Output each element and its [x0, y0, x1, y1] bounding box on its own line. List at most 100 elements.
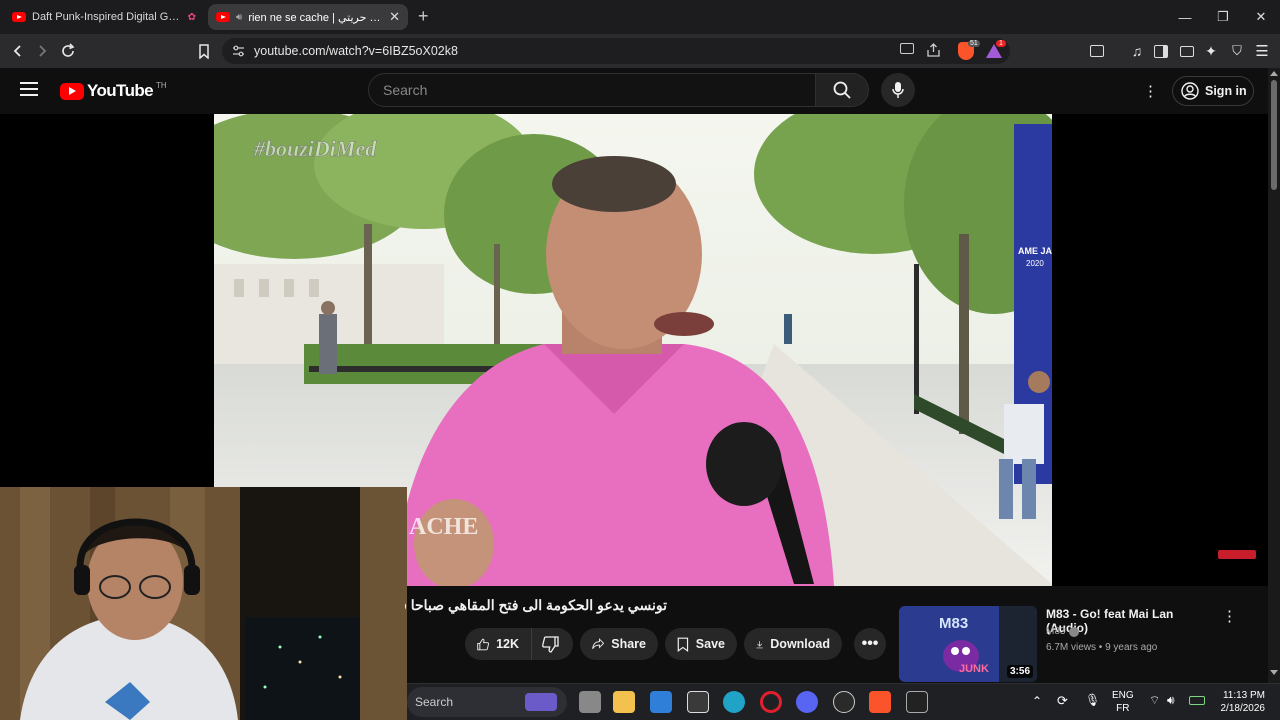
maximize-button[interactable]: ❐: [1204, 0, 1242, 34]
guide-button[interactable]: [20, 82, 38, 96]
hamburger-icon: [20, 82, 38, 96]
file-explorer-icon[interactable]: [613, 691, 635, 713]
back-button[interactable]: [6, 39, 30, 63]
wallet-icon: [1180, 45, 1194, 57]
steam-icon[interactable]: [833, 691, 855, 713]
youtube-logo[interactable]: YouTube TH: [60, 81, 167, 101]
overlay-caption: ACHE: [409, 514, 478, 540]
like-button[interactable]: 12K: [465, 628, 531, 660]
taskbar-search[interactable]: Search: [407, 687, 567, 717]
tab-rien-ne-se-cache[interactable]: 🔊︎ rien ne se cache | وهذه حريتي ✕: [208, 4, 408, 30]
subscribe-mini-badge[interactable]: [1218, 550, 1256, 559]
lang-primary: ENG: [1112, 690, 1134, 701]
scroll-up-arrow-icon[interactable]: [1270, 71, 1278, 76]
discord-icon[interactable]: [796, 691, 818, 713]
opera-icon[interactable]: [760, 691, 782, 713]
download-icon: [756, 640, 763, 648]
windows-taskbar: Search ⌃ ⟳ 🎙︎ ENG FR ⌔ 🔊︎ 11:13 PM 2/18/…: [407, 683, 1280, 720]
webcam-scene: [0, 487, 407, 720]
video-title: تونسي يدعو الحكومة الى فتح المقاهي صباحا…: [405, 597, 667, 613]
forward-button[interactable]: [30, 39, 54, 63]
recommended-more-button[interactable]: ⋮: [1222, 607, 1237, 625]
recommended-channel[interactable]: M83: [1046, 626, 1080, 637]
youtube-favicon-icon: [12, 12, 26, 22]
search-highlight-icon: [525, 693, 557, 711]
download-button[interactable]: Download: [744, 628, 842, 660]
search-input[interactable]: [383, 82, 783, 98]
bookmark-button[interactable]: [192, 39, 216, 63]
settings-more-button[interactable]: ⋮: [1143, 82, 1158, 100]
cast-icon[interactable]: [900, 43, 914, 54]
thumb-title: M83: [939, 615, 968, 632]
poster-year: 2020: [1026, 259, 1044, 268]
youtube-play-icon: [60, 82, 84, 100]
leo-ai-button[interactable]: ✦: [1199, 39, 1223, 63]
music-button[interactable]: ♫: [1125, 39, 1149, 63]
page-scrollbar[interactable]: [1268, 68, 1280, 684]
mic-tray-icon[interactable]: 🎙︎: [1085, 693, 1100, 707]
wallet-button[interactable]: [1175, 39, 1199, 63]
tab-title: Daft Punk-Inspired Digital Galaxy: [32, 11, 182, 23]
microsoft-store-icon[interactable]: [650, 691, 672, 713]
vpn-shield-icon: ⛉: [1232, 43, 1242, 58]
input-language[interactable]: ENG FR: [1112, 689, 1134, 715]
hamburger-icon: ☰: [1255, 43, 1269, 60]
watermark-text: #bouziDiMed: [253, 136, 377, 161]
vpn-button[interactable]: ⛉: [1225, 39, 1249, 63]
browser-tab-bar: Daft Punk-Inspired Digital Galaxy ✿ 🔊︎ r…: [0, 0, 1280, 34]
browser-toolbar: youtube.com/watch?v=6IBZ5oX02k8 51 1 ♫ ✦…: [0, 34, 1280, 68]
shield-badge: 51: [968, 40, 980, 47]
battery-icon[interactable]: [1189, 696, 1205, 705]
recommended-video-thumbnail[interactable]: M83 JUNK 3:56: [899, 606, 1037, 682]
music-note-icon: ♫: [1131, 43, 1143, 59]
search-button[interactable]: [815, 73, 869, 107]
region-code: TH: [156, 80, 167, 90]
reload-icon: [62, 43, 75, 57]
sidebar-button[interactable]: [1149, 39, 1173, 63]
new-tab-button[interactable]: +: [418, 6, 429, 27]
video-duration: 3:56: [1006, 665, 1033, 678]
close-tab-icon[interactable]: ✕: [389, 9, 400, 25]
close-window-button[interactable]: ✕: [1242, 0, 1280, 34]
tray-overflow-icon[interactable]: ⌃: [1032, 694, 1042, 708]
address-bar[interactable]: youtube.com/watch?v=6IBZ5oX02k8 51 1: [222, 38, 1010, 64]
youtube-favicon-icon: [216, 12, 230, 22]
volume-icon[interactable]: 🔊︎: [1167, 693, 1175, 708]
thumbs-up-icon: [477, 638, 490, 650]
share-button[interactable]: Share: [580, 628, 658, 660]
voice-search-button[interactable]: [881, 73, 915, 107]
minimize-button[interactable]: —: [1166, 0, 1204, 34]
epic-games-icon[interactable]: [906, 691, 928, 713]
microphone-icon: [892, 82, 904, 98]
scrollbar-thumb[interactable]: [1271, 80, 1277, 190]
youtube-header: YouTube TH ⋮ Sign in: [0, 68, 1268, 114]
bookmark-icon: [677, 637, 689, 652]
task-view-icon[interactable]: [579, 691, 601, 713]
channel-name: M83: [1046, 626, 1066, 637]
menu-button[interactable]: ☰: [1250, 39, 1274, 63]
tab-extra-icon: ✿: [187, 11, 196, 23]
dislike-button[interactable]: [531, 628, 573, 660]
edge-icon[interactable]: [723, 691, 745, 713]
sign-in-button[interactable]: Sign in: [1172, 76, 1254, 106]
sync-icon[interactable]: ⟳: [1057, 693, 1068, 709]
wifi-icon[interactable]: ⌔: [1149, 693, 1160, 708]
brave-icon[interactable]: [869, 691, 891, 713]
url-text: youtube.com/watch?v=6IBZ5oX02k8: [254, 44, 458, 58]
more-actions-button[interactable]: •••: [854, 628, 886, 660]
save-button[interactable]: Save: [665, 628, 737, 660]
search-box[interactable]: [368, 73, 816, 107]
webcam-overlay: [0, 487, 407, 720]
unity-icon[interactable]: [687, 691, 709, 713]
bookmark-icon: [199, 43, 209, 59]
lang-secondary: FR: [1116, 703, 1130, 714]
youtube-logo-text: YouTube: [87, 81, 154, 100]
share-page-icon: [927, 43, 940, 57]
screenshot-button[interactable]: [1085, 39, 1109, 63]
reload-button[interactable]: [56, 39, 80, 63]
system-clock[interactable]: 11:13 PM 2/18/2026: [1217, 689, 1266, 715]
scroll-down-arrow-icon[interactable]: [1270, 670, 1278, 675]
sparkle-icon: ✦: [1205, 42, 1217, 59]
download-label: Download: [770, 637, 830, 651]
tab-daft-punk[interactable]: Daft Punk-Inspired Digital Galaxy ✿: [4, 4, 204, 30]
